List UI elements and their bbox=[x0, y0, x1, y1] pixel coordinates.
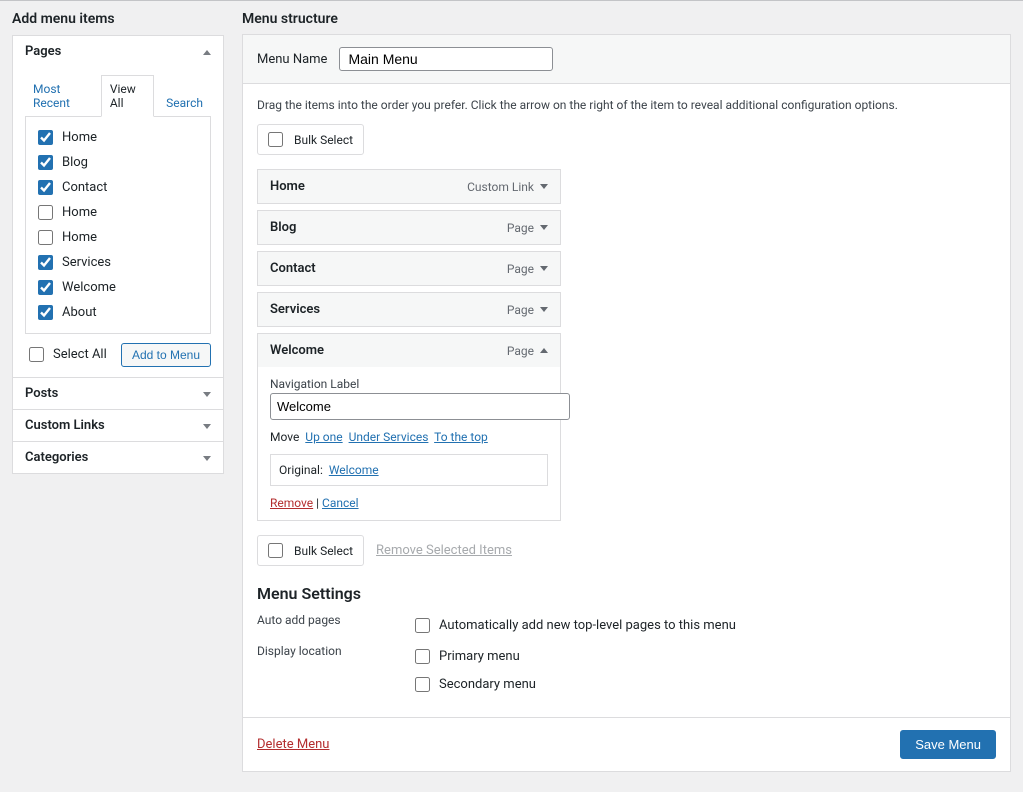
chevron-down-icon[interactable] bbox=[540, 266, 548, 271]
pages-list: Home Blog Contact Home Home Services Wel… bbox=[25, 116, 211, 334]
menu-item-bar[interactable]: Home Custom Link bbox=[257, 169, 561, 204]
add-to-menu-button[interactable]: Add to Menu bbox=[121, 343, 211, 367]
location-secondary[interactable]: Secondary menu bbox=[411, 672, 536, 697]
bulk-select-bottom[interactable]: Bulk Select bbox=[257, 535, 364, 566]
page-item-3[interactable]: Home bbox=[34, 200, 202, 225]
move-under-services[interactable]: Under Services bbox=[349, 430, 429, 444]
custom-links-title: Custom Links bbox=[25, 418, 105, 433]
pages-accordion-header[interactable]: Pages bbox=[13, 36, 223, 67]
save-menu-button[interactable]: Save Menu bbox=[900, 730, 996, 759]
auto-add-option[interactable]: Automatically add new top-level pages to… bbox=[411, 613, 736, 638]
nav-label-input[interactable] bbox=[270, 393, 570, 420]
remove-selected-link: Remove Selected Items bbox=[376, 543, 512, 558]
page-item-4[interactable]: Home bbox=[34, 225, 202, 250]
menu-name-label: Menu Name bbox=[257, 52, 327, 67]
chevron-down-icon bbox=[203, 450, 211, 465]
menu-header: Menu Name bbox=[243, 35, 1010, 84]
bulk-select-top[interactable]: Bulk Select bbox=[257, 124, 364, 155]
posts-title: Posts bbox=[25, 386, 58, 401]
add-items-heading: Add menu items bbox=[12, 11, 224, 27]
page-item-7[interactable]: About bbox=[34, 300, 202, 325]
pages-title: Pages bbox=[25, 44, 61, 59]
menu-item-welcome: Welcome Page Navigation Label Move Up on… bbox=[257, 333, 561, 521]
original-link[interactable]: Welcome bbox=[329, 463, 379, 477]
menu-item-services: Services Page bbox=[257, 292, 561, 327]
chevron-down-icon bbox=[203, 418, 211, 433]
move-to-top[interactable]: To the top bbox=[434, 430, 488, 444]
select-all[interactable]: Select All bbox=[25, 342, 107, 367]
chevron-up-icon bbox=[203, 44, 211, 59]
chevron-up-icon[interactable] bbox=[540, 348, 548, 353]
page-checkbox[interactable] bbox=[38, 130, 53, 145]
page-item-5[interactable]: Services bbox=[34, 250, 202, 275]
menu-name-input[interactable] bbox=[339, 47, 553, 71]
nav-label-label: Navigation Label bbox=[270, 377, 548, 391]
page-checkbox[interactable] bbox=[38, 155, 53, 170]
bulk-checkbox[interactable] bbox=[268, 132, 283, 147]
menu-item-bar[interactable]: Services Page bbox=[257, 292, 561, 327]
menu-settings-heading: Menu Settings bbox=[257, 584, 996, 603]
move-label: Move bbox=[270, 430, 299, 444]
page-item-0[interactable]: Home bbox=[34, 125, 202, 150]
sidebar-section-pages: Pages Most Recent View All Search Home B… bbox=[12, 35, 224, 378]
page-checkbox[interactable] bbox=[38, 205, 53, 220]
page-item-6[interactable]: Welcome bbox=[34, 275, 202, 300]
tab-view-all[interactable]: View All bbox=[101, 75, 154, 117]
menu-item-bar[interactable]: Welcome Page bbox=[257, 333, 561, 368]
page-checkbox[interactable] bbox=[38, 305, 53, 320]
location-primary[interactable]: Primary menu bbox=[411, 644, 536, 669]
menu-items-list: Home Custom Link Blog Page Contact bbox=[257, 169, 996, 521]
sidebar-section-custom-links[interactable]: Custom Links bbox=[12, 410, 224, 442]
bulk-checkbox[interactable] bbox=[268, 543, 283, 558]
menu-item-bar[interactable]: Blog Page bbox=[257, 210, 561, 245]
page-item-1[interactable]: Blog bbox=[34, 150, 202, 175]
tab-search[interactable]: Search bbox=[158, 90, 211, 116]
drag-hint: Drag the items into the order you prefer… bbox=[257, 98, 996, 112]
page-item-2[interactable]: Contact bbox=[34, 175, 202, 200]
page-checkbox[interactable] bbox=[38, 180, 53, 195]
chevron-down-icon bbox=[203, 386, 211, 401]
categories-title: Categories bbox=[25, 450, 88, 465]
location-checkbox[interactable] bbox=[415, 649, 430, 664]
menu-item-settings: Navigation Label Move Up one Under Servi… bbox=[257, 367, 561, 521]
auto-add-checkbox[interactable] bbox=[415, 618, 430, 633]
select-all-checkbox[interactable] bbox=[29, 347, 44, 362]
auto-add-label: Auto add pages bbox=[257, 613, 411, 627]
menu-structure-heading: Menu structure bbox=[242, 11, 1011, 27]
move-up-one[interactable]: Up one bbox=[305, 430, 342, 444]
menu-item-contact: Contact Page bbox=[257, 251, 561, 286]
page-checkbox[interactable] bbox=[38, 280, 53, 295]
chevron-down-icon[interactable] bbox=[540, 225, 548, 230]
chevron-down-icon[interactable] bbox=[540, 184, 548, 189]
menu-item-bar[interactable]: Contact Page bbox=[257, 251, 561, 286]
page-checkbox[interactable] bbox=[38, 230, 53, 245]
sidebar-section-posts[interactable]: Posts bbox=[12, 378, 224, 410]
page-checkbox[interactable] bbox=[38, 255, 53, 270]
cancel-item-link[interactable]: Cancel bbox=[322, 496, 359, 510]
original-box: Original: Welcome bbox=[270, 454, 548, 486]
location-checkbox[interactable] bbox=[415, 677, 430, 692]
remove-item-link[interactable]: Remove bbox=[270, 496, 313, 510]
sidebar-section-categories[interactable]: Categories bbox=[12, 442, 224, 474]
delete-menu-link[interactable]: Delete Menu bbox=[257, 737, 329, 752]
tab-most-recent[interactable]: Most Recent bbox=[25, 76, 97, 116]
menu-item-home: Home Custom Link bbox=[257, 169, 561, 204]
chevron-down-icon[interactable] bbox=[540, 307, 548, 312]
menu-item-blog: Blog Page bbox=[257, 210, 561, 245]
